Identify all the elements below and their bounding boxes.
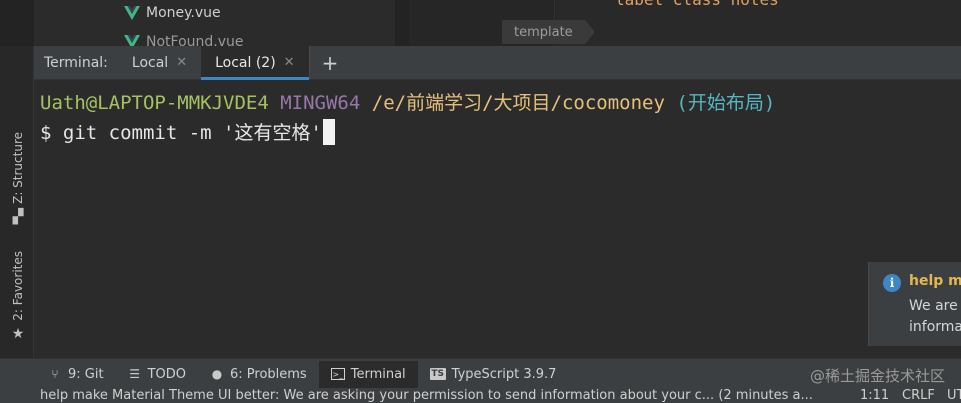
- status-encoding[interactable]: UT: [947, 389, 961, 403]
- tool-label: TODO: [147, 366, 186, 382]
- rail-structure-label: Z: Structure: [11, 132, 25, 204]
- prompt-env: MINGW64: [280, 92, 361, 114]
- git-tool-button[interactable]: ⑂ 9: Git: [36, 361, 116, 388]
- notification-text: We are asking your permission: [909, 298, 961, 314]
- terminal-output[interactable]: Uath@LAPTOP-MMKJVDE4 MINGW64 /e/前端学习/大项目…: [34, 80, 961, 358]
- file-name: Money.vue: [146, 5, 221, 21]
- status-message[interactable]: help make Material Theme UI better: We a…: [40, 389, 813, 403]
- rail-favorites-label: 2: Favorites: [11, 251, 25, 321]
- prompt-path: /e/前端学习/大项目/cocomoney: [371, 92, 665, 114]
- notification-title[interactable]: help make Material Theme UI better: [909, 273, 961, 289]
- editor-area: Money.vue NotFound.vue label class notes…: [0, 0, 961, 46]
- code-fragment: label class notes: [615, 0, 779, 9]
- status-line-separator[interactable]: CRLF: [902, 389, 935, 403]
- typescript-icon: TS: [429, 368, 446, 380]
- problems-icon: ●: [211, 367, 223, 381]
- tool-label: 9: Git: [68, 366, 104, 382]
- project-file-notfound[interactable]: NotFound.vue: [124, 31, 244, 46]
- close-icon[interactable]: ✕: [284, 55, 295, 70]
- tab-label: Local: [131, 54, 169, 71]
- notification-balloon[interactable]: i help make Material Theme UI better We …: [868, 262, 961, 346]
- project-panel: Money.vue NotFound.vue: [34, 0, 395, 46]
- text-cursor: [322, 119, 335, 145]
- tool-label: TypeScript 3.9.7: [451, 366, 557, 382]
- tool-window-bar: ⑂ 9: Git ☰ TODO ● 6: Problems >_ Termina…: [0, 358, 961, 389]
- git-branch-icon: ⑂: [51, 367, 59, 381]
- status-position[interactable]: 1:11: [860, 389, 889, 403]
- structure-icon: ▞: [12, 208, 24, 225]
- tab-spacer: [350, 46, 961, 79]
- tab-label: Local (2): [215, 54, 276, 71]
- todo-list-icon: ☰: [129, 367, 140, 381]
- terminal-title: Terminal:: [44, 54, 108, 71]
- typescript-tool-button[interactable]: TS TypeScript 3.9.7: [418, 361, 569, 388]
- todo-tool-button[interactable]: ☰ TODO: [116, 361, 198, 388]
- terminal-tab-bar: Terminal: Local ✕ Local (2) ✕ +: [34, 46, 961, 80]
- close-icon[interactable]: ✕: [176, 55, 187, 70]
- terminal-icon: >_: [330, 368, 345, 380]
- problems-tool-button[interactable]: ● 6: Problems: [198, 361, 319, 388]
- watermark: @稀土掘金技术社区: [809, 367, 945, 385]
- terminal-tool-button[interactable]: >_ Terminal: [318, 360, 418, 388]
- terminal-tab-local-2[interactable]: Local (2) ✕: [201, 46, 310, 80]
- command-line[interactable]: $ git commit -m '这有空格': [40, 118, 335, 145]
- command-prefix: $: [40, 122, 63, 144]
- vue-icon: [124, 35, 140, 46]
- file-name: NotFound.vue: [146, 34, 244, 46]
- left-tool-rail: Z: Structure ▞ 2: Favorites ★: [0, 46, 34, 358]
- plus-icon[interactable]: +: [308, 46, 351, 79]
- project-file-money[interactable]: Money.vue: [124, 2, 221, 24]
- tool-label: 6: Problems: [230, 366, 307, 382]
- vue-icon: [124, 6, 140, 20]
- breadcrumb-template[interactable]: template: [502, 20, 595, 44]
- rail-structure[interactable]: Z: Structure ▞: [8, 132, 28, 224]
- tool-label: Terminal: [350, 366, 406, 382]
- command-text: git commit -m '这有空格': [62, 122, 322, 144]
- prompt-user-host: Uath@LAPTOP-MMKJVDE4: [40, 92, 269, 114]
- notification-text: information about your configuration: [909, 319, 961, 335]
- rail-favorites[interactable]: 2: Favorites ★: [8, 251, 28, 341]
- prompt-branch: (开始布局): [676, 92, 776, 114]
- prompt-line: Uath@LAPTOP-MMKJVDE4 MINGW64 /e/前端学习/大项目…: [40, 88, 775, 115]
- star-icon: ★: [11, 325, 25, 342]
- info-icon: i: [883, 274, 901, 292]
- terminal-tab-local[interactable]: Local ✕: [118, 46, 201, 79]
- status-bar: help make Material Theme UI better: We a…: [0, 389, 961, 403]
